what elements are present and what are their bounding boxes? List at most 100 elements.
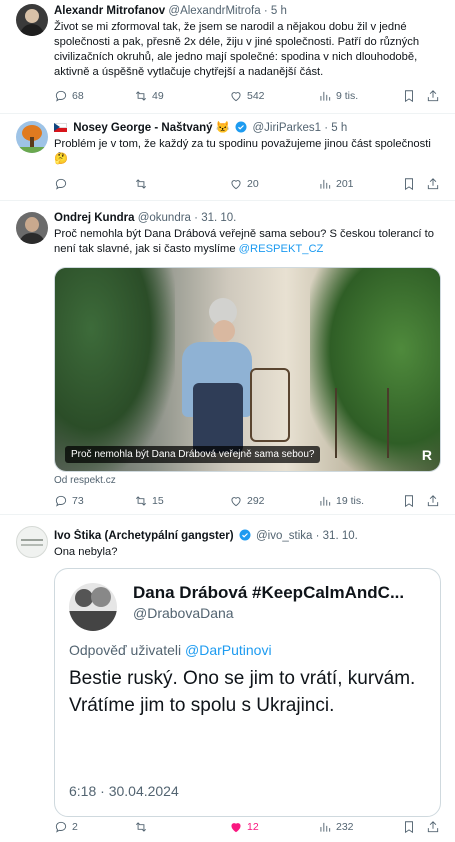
like-button[interactable]: 12 <box>229 820 259 834</box>
reply-button[interactable]: 2 <box>54 820 78 834</box>
avatar[interactable] <box>16 4 48 36</box>
reply-context-label: Odpověď uživateli <box>69 642 182 658</box>
reply-count: 68 <box>72 90 84 102</box>
thinking-emoji: 🤔 <box>54 153 68 165</box>
tweet-text: Problém je v tom, že každý za tu spodinu… <box>54 137 445 167</box>
tweet-header: Ondrej Kundra @okundra · 31. 10. <box>54 211 445 226</box>
retweet-button[interactable]: 49 <box>134 89 164 103</box>
views-button[interactable]: 9 tis. <box>318 89 358 103</box>
share-button[interactable] <box>426 820 440 834</box>
views-button[interactable]: 232 <box>318 820 354 834</box>
tweet-header: Ivo Štika (Archetypální gangster) @ivo_s… <box>54 529 445 544</box>
views-button[interactable]: 201 <box>318 177 354 191</box>
tweet-text: Proč nemohla být Dana Drábová veřejně sa… <box>54 227 445 257</box>
retweet-icon <box>134 494 148 508</box>
author-handle[interactable]: @JiriParkes1 <box>252 122 321 134</box>
share-icon <box>426 177 440 191</box>
retweet-icon <box>134 820 148 834</box>
quoted-author-handle[interactable]: @DrabovaDana <box>133 605 234 621</box>
timestamp[interactable]: 31. 10. <box>201 212 236 224</box>
author-handle[interactable]: @okundra <box>138 212 191 224</box>
retweet-button[interactable] <box>134 820 152 834</box>
action-bar: 68 49 542 9 tis. <box>54 89 445 105</box>
reply-count: 2 <box>72 821 78 833</box>
avatar[interactable] <box>16 212 48 244</box>
link-card-image[interactable]: Proč nemohla být Dana Drábová veřejně sa… <box>54 267 441 472</box>
views-icon <box>318 820 332 834</box>
tweet-1[interactable]: Alexandr Mitrofanov @AlexandrMitrofa · 5… <box>0 0 455 114</box>
like-button[interactable]: 292 <box>229 494 265 508</box>
like-icon <box>229 89 243 103</box>
author-name[interactable]: Ivo Štika (Archetypální gangster) <box>54 530 234 542</box>
like-button[interactable]: 20 <box>229 177 259 191</box>
timestamp[interactable]: 5 h <box>271 5 287 17</box>
reply-to-handle[interactable]: @DarPutinovi <box>185 642 272 658</box>
tweet-text: Život se mi zformoval tak, že jsem se na… <box>54 21 420 78</box>
reply-context: Odpověď uživateli @DarPutinovi <box>69 642 272 658</box>
reply-icon <box>54 494 68 508</box>
action-bar: 73 15 292 19 tis. <box>54 494 445 510</box>
like-count: 542 <box>247 90 265 102</box>
quoted-avatar[interactable] <box>69 583 117 631</box>
reply-button[interactable]: 73 <box>54 494 84 508</box>
reply-icon <box>54 177 68 191</box>
author-name[interactable]: Alexandr Mitrofanov <box>54 5 165 17</box>
retweet-button[interactable] <box>134 177 152 191</box>
like-icon <box>229 820 243 834</box>
author-handle[interactable]: @ivo_stika <box>256 530 312 542</box>
reply-button[interactable] <box>54 177 72 191</box>
reply-icon <box>54 820 68 834</box>
angry-cat-emoji: 😾 <box>215 122 231 134</box>
author-handle[interactable]: @AlexandrMitrofa <box>168 5 260 17</box>
avatar[interactable] <box>16 526 48 558</box>
views-button[interactable]: 19 tis. <box>318 494 364 508</box>
action-bar: 20 201 <box>54 177 445 193</box>
tweet-4[interactable]: Ivo Štika (Archetypální gangster) @ivo_s… <box>0 514 455 842</box>
tweet-header: Alexandr Mitrofanov @AlexandrMitrofa · 5… <box>54 4 445 19</box>
like-count: 12 <box>247 821 259 833</box>
share-button[interactable] <box>426 177 440 191</box>
verified-badge-icon <box>235 121 247 133</box>
reply-button[interactable]: 68 <box>54 89 84 103</box>
avatar[interactable] <box>16 121 48 153</box>
bookmark-icon <box>402 89 416 103</box>
like-count: 292 <box>247 495 265 507</box>
quoted-tweet-text: Bestie ruský. Ono se jim to vrátí, kurvá… <box>69 668 416 716</box>
separator-dot: · <box>194 212 198 224</box>
views-count: 201 <box>336 178 354 190</box>
separator-dot: · <box>324 122 329 134</box>
bookmark-button[interactable] <box>402 177 416 191</box>
author-name[interactable]: Nosey George - Naštvaný <box>73 122 212 134</box>
czech-flag-icon <box>54 123 67 132</box>
retweet-button[interactable]: 15 <box>134 494 164 508</box>
like-icon <box>229 494 243 508</box>
tweet-2[interactable]: Nosey George - Naštvaný 😾 @JiriParkes1 ·… <box>0 113 455 201</box>
media-caption: Proč nemohla být Dana Drábová veřejně sa… <box>65 446 321 463</box>
timestamp[interactable]: 31. 10. <box>323 530 358 542</box>
bookmark-icon <box>402 494 416 508</box>
separator-dot: · <box>315 530 320 542</box>
respekt-logo: R <box>421 447 432 463</box>
tweet-3[interactable]: Ondrej Kundra @okundra · 31. 10. Proč ne… <box>0 200 455 515</box>
bookmark-button[interactable] <box>402 494 416 508</box>
bookmark-icon <box>402 820 416 834</box>
timestamp[interactable]: 5 h <box>331 122 347 134</box>
share-button[interactable] <box>426 494 440 508</box>
share-icon <box>426 89 440 103</box>
reply-count: 73 <box>72 495 84 507</box>
views-icon <box>318 89 332 103</box>
link-source[interactable]: Od respekt.cz <box>54 475 116 486</box>
author-name[interactable]: Ondrej Kundra <box>54 212 135 224</box>
like-button[interactable]: 542 <box>229 89 265 103</box>
retweet-count: 49 <box>152 90 164 102</box>
views-count: 232 <box>336 821 354 833</box>
bookmark-button[interactable] <box>402 89 416 103</box>
share-button[interactable] <box>426 89 440 103</box>
views-count: 9 tis. <box>336 90 359 102</box>
quoted-tweet-card[interactable]: Dana Drábová #KeepCalmAndC... @DrabovaDa… <box>54 568 441 817</box>
bookmark-button[interactable] <box>402 820 416 834</box>
quoted-timestamp[interactable]: 6:18 · 30.04.2024 <box>69 783 179 799</box>
quoted-author-name[interactable]: Dana Drábová #KeepCalmAndC... <box>133 583 404 603</box>
mention-link[interactable]: @RESPEKT_CZ <box>239 243 324 255</box>
bookmark-icon <box>402 177 416 191</box>
